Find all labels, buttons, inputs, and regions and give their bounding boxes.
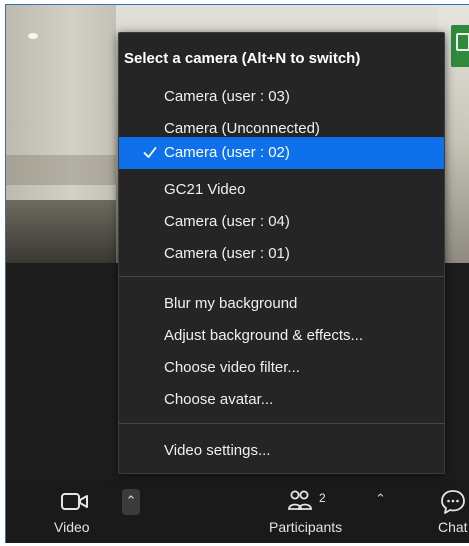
video-options-caret[interactable]: ⌃ — [122, 489, 140, 515]
camera-option[interactable]: Camera (user : 03) — [119, 81, 444, 113]
camera-option-label: Camera (user : 03) — [164, 88, 290, 105]
participants-count: 2 — [319, 491, 326, 505]
choose-avatar-option[interactable]: Choose avatar... — [119, 384, 444, 416]
meeting-window: Video ⌃ 2 Participants ⌃ Chat Select a c… — [5, 4, 469, 543]
camera-option[interactable]: Camera (user : 04) — [119, 206, 444, 238]
exit-sign-image — [451, 25, 469, 67]
camera-option-selected[interactable]: Camera (user : 02) — [119, 137, 444, 169]
menu-divider — [119, 423, 444, 424]
menu-divider — [119, 276, 444, 277]
camera-select-menu: Select a camera (Alt+N to switch) Camera… — [118, 32, 445, 474]
video-button-label: Video — [54, 519, 90, 535]
chat-button-label: Chat — [438, 519, 468, 535]
menu-option-label: Blur my background — [164, 295, 298, 312]
camera-option[interactable]: GC21 Video — [119, 174, 444, 206]
menu-header: Select a camera (Alt+N to switch) — [124, 50, 361, 67]
participants-icon — [287, 489, 313, 518]
chevron-up-icon: ⌃ — [125, 493, 137, 508]
video-filter-option[interactable]: Choose video filter... — [119, 352, 444, 384]
menu-option-label: Adjust background & effects... — [164, 327, 364, 344]
menu-option-label: Video settings... — [164, 442, 271, 459]
video-scene-stripe — [6, 155, 116, 185]
camera-option-label: Camera (user : 02) — [164, 144, 290, 161]
camera-option-label: Camera (user : 04) — [164, 213, 290, 230]
camera-option[interactable]: Camera (user : 01) — [119, 238, 444, 270]
camera-option-label: Camera (user : 01) — [164, 245, 290, 262]
participants-button[interactable]: 2 Participants — [261, 487, 361, 537]
blur-background-option[interactable]: Blur my background — [119, 288, 444, 320]
video-button[interactable]: Video — [46, 487, 106, 537]
chat-button[interactable]: Chat — [436, 487, 469, 537]
checkmark-icon — [143, 137, 157, 169]
chat-icon — [440, 489, 466, 520]
video-scene-light — [28, 33, 38, 39]
participants-button-label: Participants — [269, 519, 343, 535]
camera-option-label: GC21 Video — [164, 181, 246, 198]
adjust-background-option[interactable]: Adjust background & effects... — [119, 320, 444, 352]
participants-options-caret[interactable]: ⌃ — [375, 491, 386, 507]
menu-option-label: Choose video filter... — [164, 359, 300, 376]
video-camera-icon — [60, 491, 90, 518]
chevron-up-icon: ⌃ — [375, 491, 386, 506]
video-scene-object — [6, 200, 116, 263]
menu-option-label: Choose avatar... — [164, 391, 274, 408]
meeting-toolbar: Video ⌃ 2 Participants ⌃ Chat — [6, 479, 469, 543]
video-settings-option[interactable]: Video settings... — [119, 435, 444, 467]
